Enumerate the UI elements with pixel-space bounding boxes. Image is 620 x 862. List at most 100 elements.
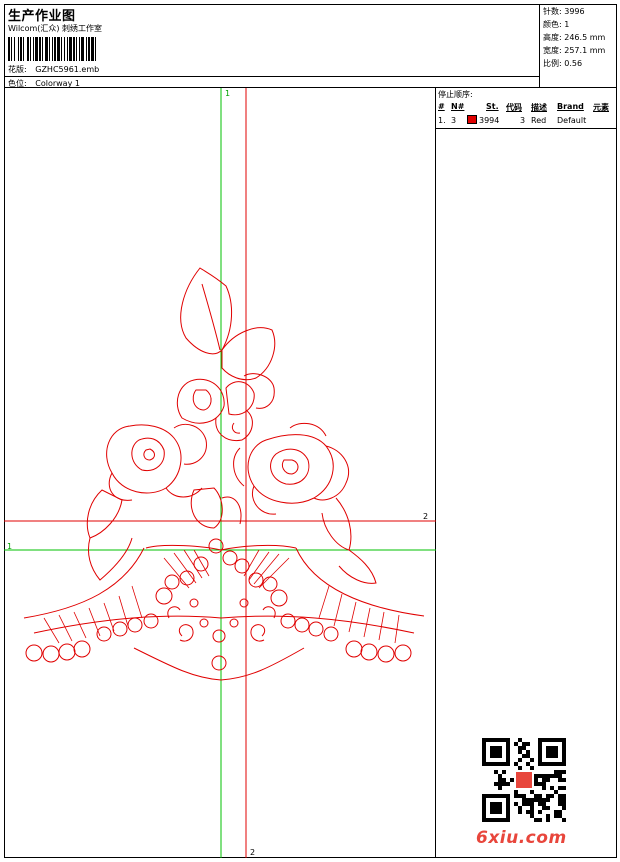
qr-module bbox=[534, 798, 538, 802]
barcode-bar bbox=[8, 37, 10, 61]
col-header-code: 代码 bbox=[506, 103, 522, 112]
qr-module bbox=[510, 778, 514, 782]
qr-module bbox=[546, 778, 550, 782]
header-divider bbox=[4, 76, 539, 77]
qr-module bbox=[526, 762, 530, 766]
barcode-bar bbox=[76, 37, 77, 61]
qr-module bbox=[558, 770, 562, 774]
qr-module bbox=[538, 794, 542, 798]
qr-module bbox=[542, 806, 546, 810]
qr-module bbox=[542, 786, 546, 790]
row-code: 3 bbox=[520, 116, 526, 125]
qr-module bbox=[554, 814, 558, 818]
qr-module bbox=[530, 790, 534, 794]
qr-module bbox=[538, 818, 542, 822]
barcode-bar bbox=[42, 37, 43, 61]
qr-module bbox=[554, 790, 558, 794]
qr-module bbox=[562, 786, 566, 790]
qr-module bbox=[538, 802, 542, 806]
qr-module bbox=[562, 806, 566, 810]
qr-code bbox=[482, 738, 566, 822]
barcode-bar bbox=[79, 37, 80, 61]
qr-module bbox=[514, 794, 518, 798]
qr-module bbox=[554, 810, 558, 814]
qr-module bbox=[546, 794, 550, 798]
barcode-bar bbox=[52, 37, 53, 61]
row-description: Red bbox=[531, 116, 547, 125]
qr-module bbox=[558, 774, 562, 778]
qr-module bbox=[558, 810, 562, 814]
qr-module bbox=[542, 774, 546, 778]
design-label: 花版: bbox=[8, 65, 27, 74]
qr-module bbox=[502, 770, 506, 774]
qr-module bbox=[538, 798, 542, 802]
qr-module bbox=[534, 782, 538, 786]
color-swatch bbox=[467, 115, 477, 124]
qr-module bbox=[518, 810, 522, 814]
stop-sequence-divider bbox=[436, 128, 617, 129]
qr-module bbox=[530, 766, 534, 770]
qr-module bbox=[558, 802, 562, 806]
col-header-index: # bbox=[438, 102, 445, 111]
barcode-bar bbox=[54, 37, 56, 61]
qr-module bbox=[562, 818, 566, 822]
col-header-stitches: St. bbox=[486, 102, 499, 111]
qr-module bbox=[562, 778, 566, 782]
qr-module bbox=[514, 742, 518, 746]
stat-height: 高度: 246.5 mm bbox=[543, 33, 606, 42]
guide-red-label-bottom: 2 bbox=[250, 848, 255, 857]
qr-module bbox=[494, 770, 498, 774]
row-stitches: 3994 bbox=[479, 116, 500, 125]
qr-module bbox=[530, 802, 534, 806]
sheet-title: 生产作业图 bbox=[8, 9, 76, 24]
stop-sequence-title: 停止顺序: bbox=[438, 90, 473, 99]
qr-module bbox=[518, 766, 522, 770]
qr-module bbox=[514, 762, 518, 766]
qr-module bbox=[514, 790, 518, 794]
barcode-bar bbox=[64, 37, 65, 61]
qr-module bbox=[530, 814, 534, 818]
qr-module bbox=[490, 802, 502, 814]
qr-module bbox=[546, 798, 550, 802]
guide-green-label-left: 1 bbox=[7, 542, 12, 551]
qr-module bbox=[518, 738, 522, 742]
barcode-bar bbox=[61, 37, 62, 61]
qr-module bbox=[542, 778, 546, 782]
qr-module bbox=[562, 802, 566, 806]
barcode-bar bbox=[27, 37, 29, 61]
stat-colors: 颜色: 1 bbox=[543, 20, 570, 29]
colorway-value: Colorway 1 bbox=[35, 79, 80, 88]
barcode-bar bbox=[23, 37, 24, 61]
qr-module bbox=[546, 774, 550, 778]
barcode-bar bbox=[73, 37, 75, 61]
barcode-bar bbox=[67, 37, 68, 61]
qr-module bbox=[498, 774, 502, 778]
stats-panel: 针数: 3996 颜色: 1 高度: 246.5 mm 宽度: 257.1 mm… bbox=[540, 4, 617, 88]
qr-module bbox=[538, 810, 542, 814]
col-header-element: 元素 bbox=[593, 103, 609, 112]
qr-module bbox=[518, 746, 522, 750]
row-brand: Default bbox=[557, 116, 587, 125]
barcode-bar bbox=[81, 37, 84, 61]
qr-module bbox=[562, 770, 566, 774]
qr-module bbox=[498, 786, 502, 790]
watermark-logo: 6xiu.com bbox=[476, 828, 567, 848]
qr-module bbox=[514, 802, 518, 806]
qr-module bbox=[538, 774, 542, 778]
qr-module bbox=[538, 782, 542, 786]
barcode-bar bbox=[45, 37, 48, 61]
barcode-bar bbox=[18, 37, 19, 61]
qr-module bbox=[542, 798, 546, 802]
design-file-name: GZHC5961.emb bbox=[35, 65, 100, 74]
qr-module bbox=[542, 782, 546, 786]
qr-module bbox=[526, 810, 530, 814]
qr-module bbox=[518, 806, 522, 810]
qr-module bbox=[498, 778, 502, 782]
qr-module bbox=[550, 786, 554, 790]
stat-scale: 比例: 0.56 bbox=[543, 59, 583, 68]
company-name: Wilcom(汇众) 刺绣工作室 bbox=[8, 24, 103, 33]
qr-module bbox=[534, 794, 538, 798]
qr-module bbox=[534, 778, 538, 782]
qr-module bbox=[490, 746, 502, 758]
barcode-bar bbox=[20, 37, 22, 61]
